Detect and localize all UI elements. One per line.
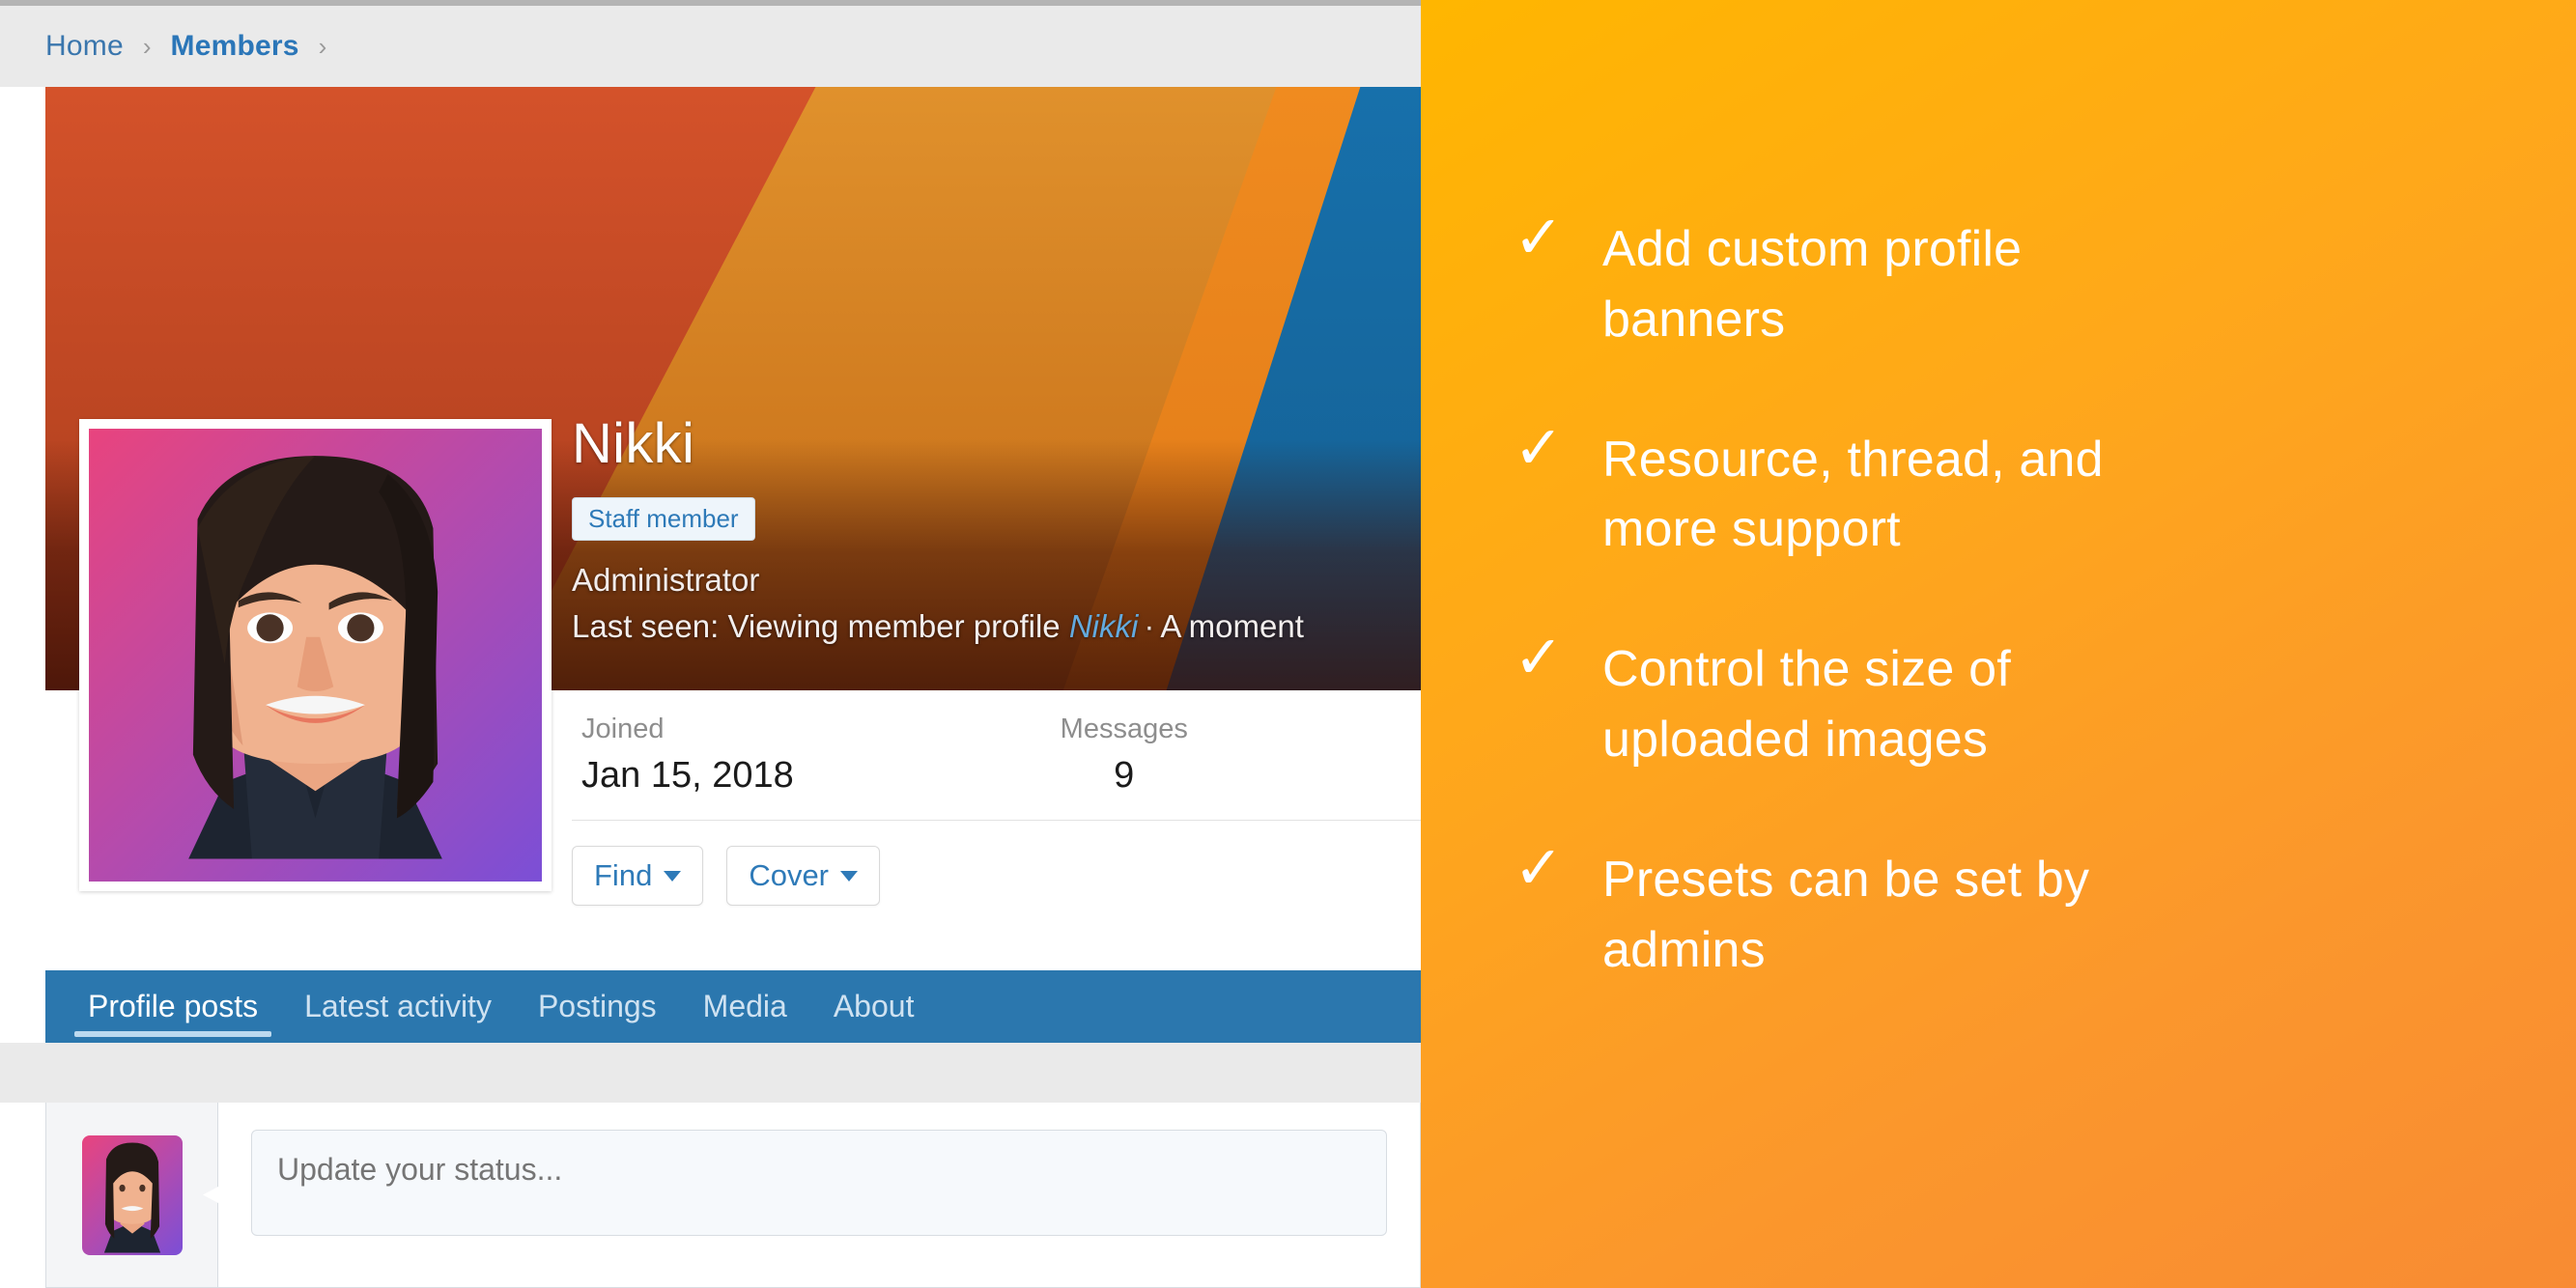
- status-badge: Staff member: [572, 496, 755, 541]
- promo-panel: ✓ Add custom profile banners ✓ Resource,…: [1421, 0, 2576, 1288]
- tab-profile-posts[interactable]: Profile posts: [65, 970, 281, 1043]
- stat-joined-value: Jan 15, 2018: [581, 755, 794, 796]
- last-seen-prefix: Last seen: Viewing member profile: [572, 607, 1061, 644]
- check-icon: ✓: [1514, 625, 1564, 692]
- promo-feature-label: Presets can be set by admins: [1602, 851, 2090, 978]
- promo-feature-item: ✓ Resource, thread, and more support: [1421, 418, 2576, 566]
- tab-postings[interactable]: Postings: [515, 970, 680, 1043]
- avatar-illustration-icon: [188, 456, 442, 859]
- avatar[interactable]: [81, 1134, 183, 1255]
- stat-messages: Messages 9: [944, 714, 1422, 797]
- stat-messages-value: 9: [1114, 755, 1135, 796]
- content-gap: [0, 1043, 1421, 1103]
- stat-messages-label: Messages: [1060, 714, 1188, 744]
- chevron-down-icon: [664, 870, 682, 882]
- promo-feature-label: Control the size of uploaded images: [1602, 641, 2011, 768]
- promo-feature-label: Add custom profile banners: [1602, 221, 2023, 348]
- stat-joined: Joined Jan 15, 2018: [572, 714, 944, 797]
- promo-feature-item: ✓ Control the size of uploaded images: [1421, 629, 2576, 775]
- profile-actions: Find Cover: [572, 821, 1421, 906]
- avatar-image: [89, 429, 542, 882]
- breadcrumb: Home › Members ›: [0, 6, 1421, 87]
- profile-stats: Joined Jan 15, 2018 Messages 9: [572, 690, 1421, 797]
- breadcrumb-separator-icon: ›: [142, 31, 152, 61]
- forum-app-pane: Home › Members › Nikki Staff member Admi…: [0, 0, 1421, 1288]
- check-icon: ✓: [1514, 834, 1564, 902]
- tab-media[interactable]: Media: [680, 970, 810, 1043]
- avatar[interactable]: [79, 419, 552, 891]
- profile-info-card: Joined Jan 15, 2018 Messages 9 Find Cove…: [572, 690, 1421, 970]
- screen: Home › Members › Nikki Staff member Admi…: [0, 0, 2576, 1288]
- speech-bubble-notch: [203, 1179, 232, 1211]
- promo-feature-item: ✓ Presets can be set by admins: [1421, 838, 2576, 986]
- composer-avatar-cell: [46, 1103, 232, 1287]
- cover-button[interactable]: Cover: [726, 846, 881, 906]
- find-button-label: Find: [594, 858, 653, 892]
- breadcrumb-item-home[interactable]: Home: [45, 30, 124, 63]
- profile-identity-block: Nikki Staff member Administrator Last se…: [572, 412, 1402, 645]
- profile-tabs: Profile posts Latest activity Postings M…: [45, 970, 1421, 1043]
- chevron-down-icon: [840, 870, 859, 882]
- promo-feature-item: ✓ Add custom profile banners: [1421, 209, 2576, 355]
- find-button[interactable]: Find: [572, 846, 704, 906]
- status-composer: [45, 1103, 1421, 1288]
- stat-joined-label: Joined: [581, 714, 665, 744]
- avatar-illustration-icon: [103, 1141, 160, 1253]
- composer-body: [218, 1103, 1420, 1287]
- breadcrumb-separator-icon-2: ›: [318, 31, 327, 61]
- last-seen-time: A moment: [1160, 607, 1304, 644]
- tab-latest-activity[interactable]: Latest activity: [281, 970, 515, 1043]
- check-icon: ✓: [1514, 205, 1564, 271]
- tab-about[interactable]: About: [810, 970, 938, 1043]
- cover-button-label: Cover: [749, 858, 830, 892]
- check-icon: ✓: [1514, 414, 1564, 482]
- last-seen-profile-link[interactable]: Nikki: [1069, 608, 1139, 644]
- last-seen-dot: ·: [1144, 607, 1155, 644]
- breadcrumb-item-members[interactable]: Members: [171, 30, 299, 63]
- user-title: Administrator: [572, 561, 760, 598]
- last-seen-line: Last seen: Viewing member profile Nikki ·…: [572, 608, 1402, 645]
- promo-feature-label: Resource, thread, and more support: [1602, 431, 2104, 558]
- status-input[interactable]: [251, 1130, 1387, 1236]
- page-title: Nikki: [572, 412, 695, 475]
